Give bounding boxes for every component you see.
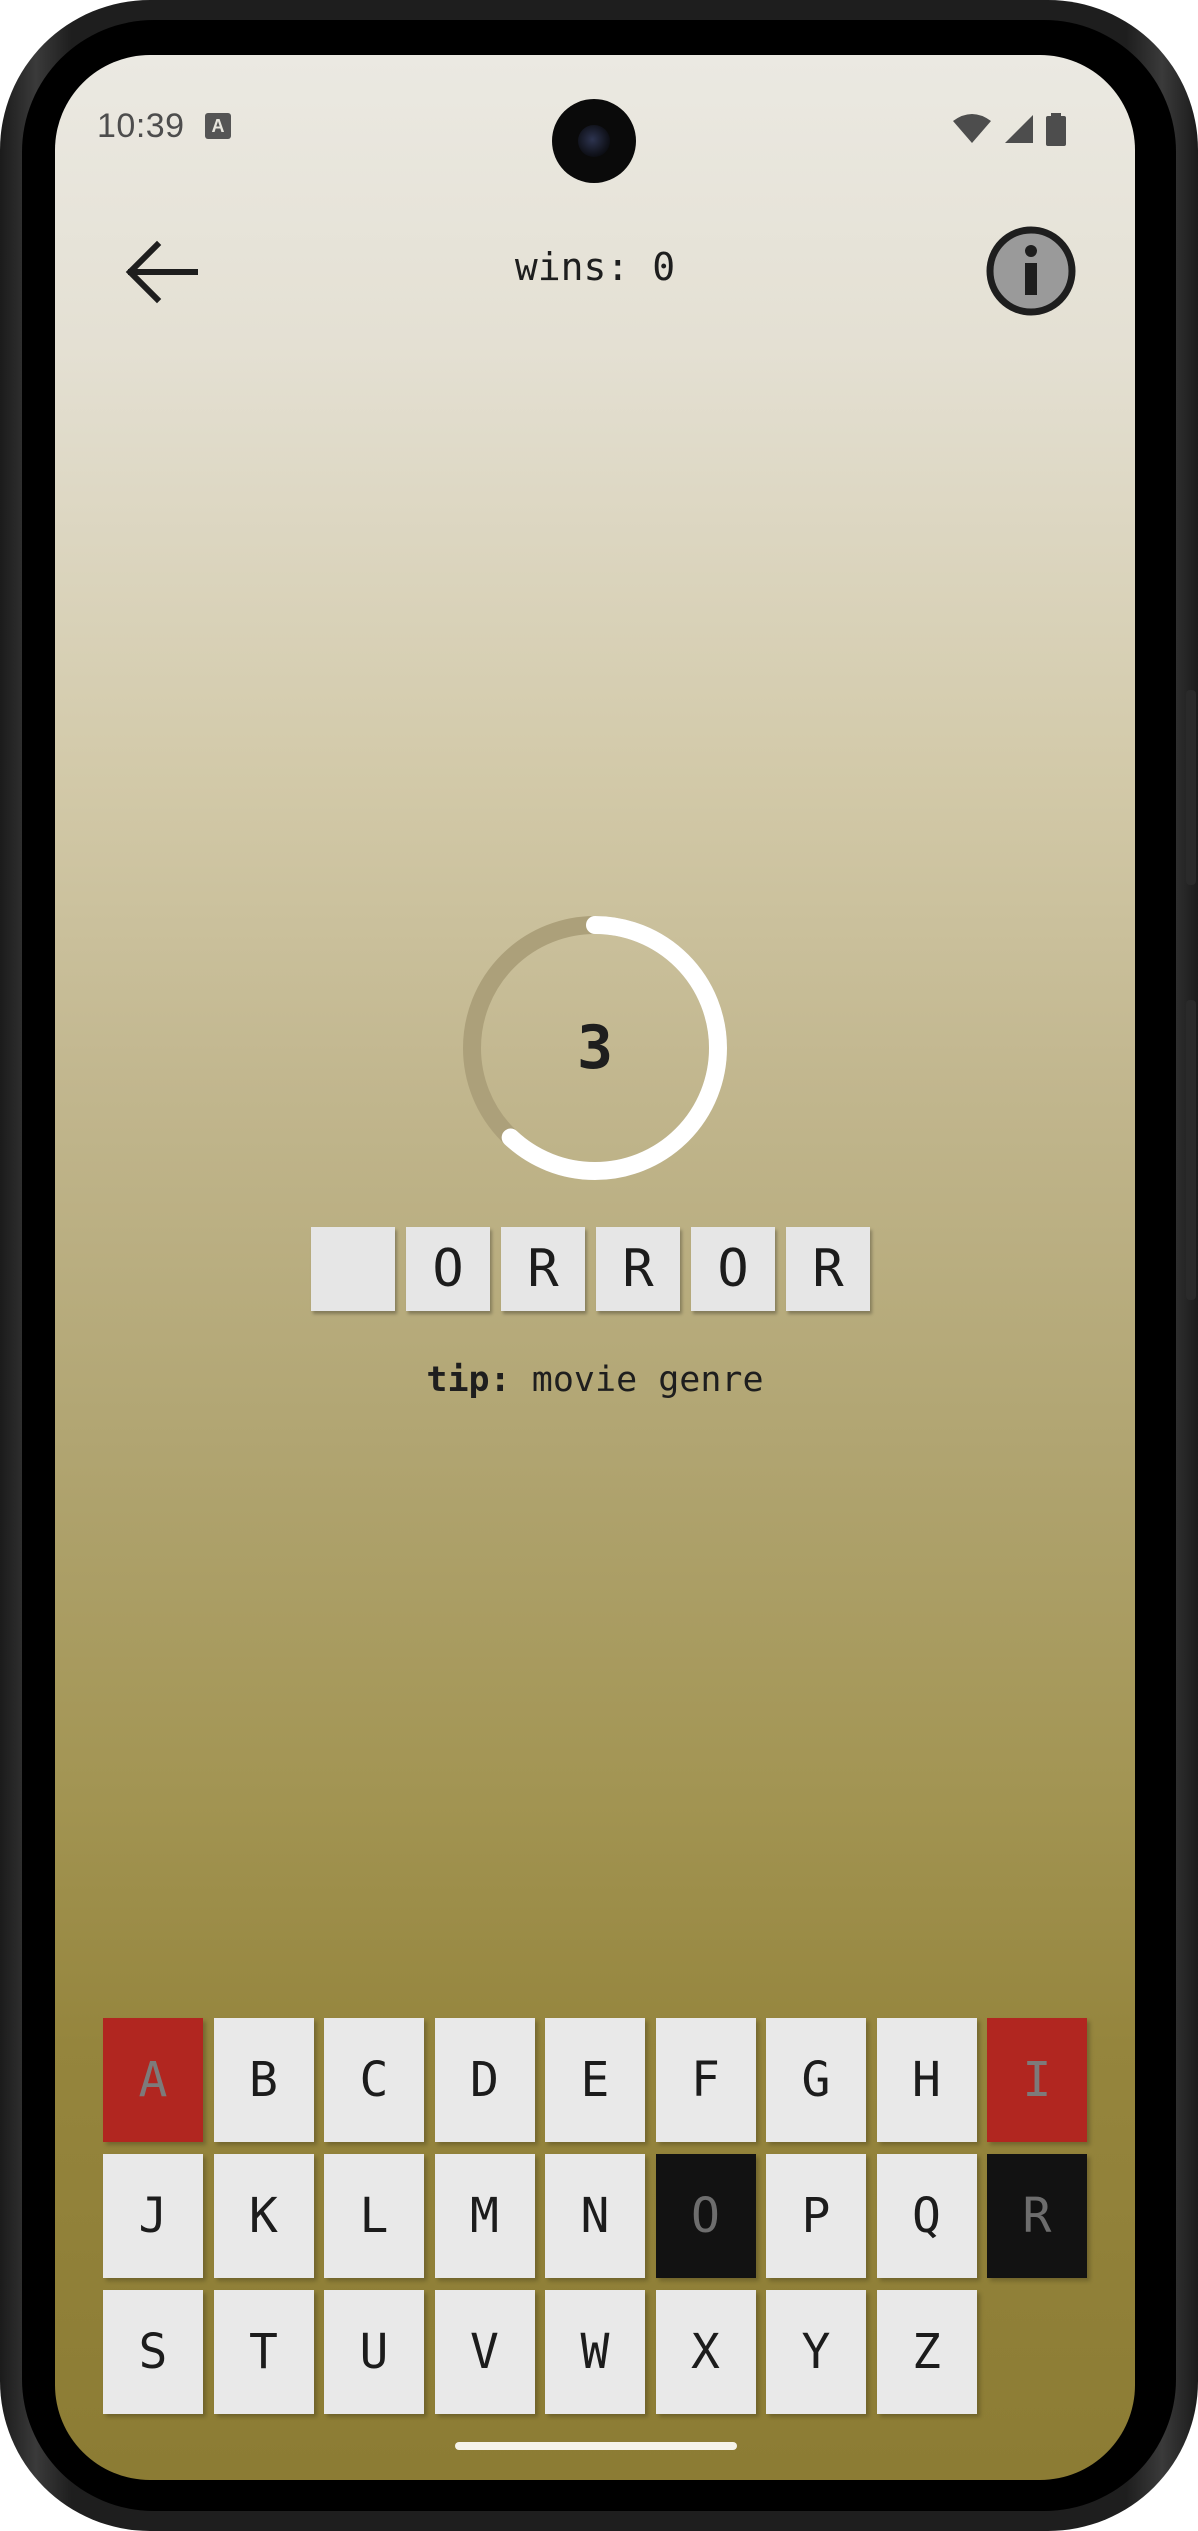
system-icons xyxy=(941,113,1067,146)
tip-text: movie genre xyxy=(531,1360,764,1400)
info-icon xyxy=(986,226,1076,316)
key-w[interactable]: W xyxy=(545,2290,645,2414)
letter-tile xyxy=(311,1227,395,1311)
letter-tile: R xyxy=(596,1227,680,1311)
letter-tile: R xyxy=(501,1227,585,1311)
info-button[interactable] xyxy=(985,225,1077,317)
wifi-icon xyxy=(953,114,991,143)
key-n[interactable]: N xyxy=(545,2154,645,2278)
key-b[interactable]: B xyxy=(213,2018,314,2142)
tip-label: tip: xyxy=(426,1360,511,1400)
key-g[interactable]: G xyxy=(766,2018,866,2142)
letter-tile: R xyxy=(786,1227,870,1311)
key-j[interactable]: J xyxy=(103,2154,203,2278)
countdown-timer: 3 xyxy=(459,912,731,1184)
key-i[interactable]: I xyxy=(987,2018,1087,2142)
key-y[interactable]: Y xyxy=(766,2290,866,2414)
key-a[interactable]: A xyxy=(103,2018,203,2142)
key-k[interactable]: K xyxy=(213,2154,314,2278)
home-indicator[interactable] xyxy=(455,2442,737,2450)
status-time: 10:39 xyxy=(97,107,185,145)
key-c[interactable]: C xyxy=(324,2018,424,2142)
key-d[interactable]: D xyxy=(434,2018,535,2142)
front-camera xyxy=(552,99,636,183)
app-screen: 10:39 A wins: 0 3 O R R O R tip: movie g… xyxy=(55,55,1135,2480)
status-bar: 10:39 A xyxy=(55,55,1135,195)
key-f[interactable]: F xyxy=(655,2018,756,2142)
letter-keyboard: ABCDEFGHI JKLMNOPQR STUVWXYZ xyxy=(103,2018,1093,2418)
key-z[interactable]: Z xyxy=(876,2290,977,2414)
camera-lens xyxy=(578,125,610,157)
phone-side-button xyxy=(1186,690,1196,885)
key-o[interactable]: O xyxy=(655,2154,756,2278)
key-e[interactable]: E xyxy=(545,2018,645,2142)
word-tiles: ORROR xyxy=(311,1227,881,1317)
key-u[interactable]: U xyxy=(324,2290,424,2414)
battery-icon xyxy=(1046,113,1066,146)
key-l[interactable]: L xyxy=(324,2154,424,2278)
key-p[interactable]: P xyxy=(766,2154,866,2278)
key-v[interactable]: V xyxy=(434,2290,535,2414)
key-r[interactable]: R xyxy=(987,2154,1087,2278)
tip-line: tip: movie genre xyxy=(55,1360,1135,1400)
phone-frame: 10:39 A wins: 0 3 O R R O R tip: movie g… xyxy=(0,0,1198,2531)
key-q[interactable]: Q xyxy=(876,2154,977,2278)
cell-signal-icon xyxy=(1005,115,1033,143)
letter-tile: O xyxy=(406,1227,490,1311)
key-s[interactable]: S xyxy=(103,2290,203,2414)
key-t[interactable]: T xyxy=(213,2290,314,2414)
key-h[interactable]: H xyxy=(876,2018,977,2142)
app-bar: wins: 0 xyxy=(55,205,1135,325)
notification-app-icon: A xyxy=(205,113,231,139)
letter-tile: O xyxy=(691,1227,775,1311)
key-x[interactable]: X xyxy=(655,2290,756,2414)
timer-value: 3 xyxy=(576,1013,614,1083)
wins-counter: wins: 0 xyxy=(514,245,676,289)
phone-side-button xyxy=(1186,1000,1196,1300)
key-m[interactable]: M xyxy=(434,2154,535,2278)
